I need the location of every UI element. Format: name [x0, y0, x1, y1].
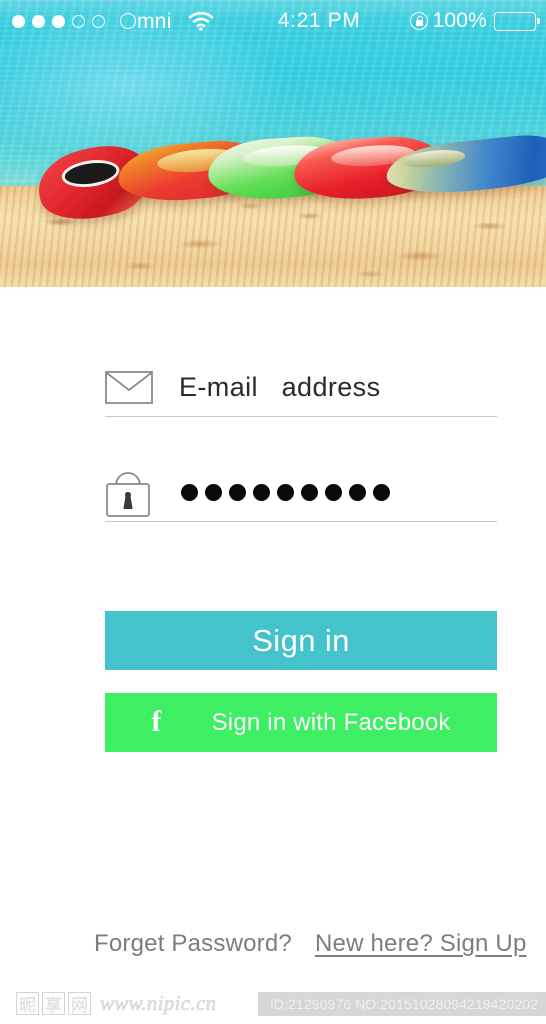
status-bar-left: mni: [0, 11, 214, 32]
sign-up-link[interactable]: New here? Sign Up: [315, 930, 527, 958]
password-dot: [253, 484, 270, 501]
kayak-cockpit: [60, 156, 122, 191]
carrier-label: mni: [137, 9, 172, 33]
facebook-sign-in-button[interactable]: f Sign in with Facebook: [105, 693, 497, 752]
watermark: 昵 享 网 www.nipic.cn ID:21290976 NO:201510…: [0, 982, 546, 1024]
password-field-row[interactable]: [105, 464, 497, 522]
rotation-lock-icon: [410, 12, 429, 30]
bottom-links: Forget Password? New here? Sign Up: [0, 930, 546, 964]
email-field-row[interactable]: E-mail address: [105, 359, 497, 417]
status-bar-center: 4:21 PM: [214, 9, 411, 33]
carrier-name: mni: [120, 11, 172, 32]
watermark-logo: 昵 享 网: [16, 991, 91, 1016]
battery-full-icon: [494, 11, 540, 31]
lock-icon: [105, 468, 155, 518]
password-dot: [325, 484, 342, 501]
password-dot: [229, 484, 246, 501]
envelope-icon: [105, 371, 155, 404]
sign-in-button-label: Sign in: [252, 622, 350, 658]
forgot-password-link[interactable]: Forget Password?: [94, 930, 292, 958]
facebook-f-icon: f: [151, 704, 162, 738]
wifi-icon: [188, 11, 214, 31]
status-bar-right: 100%: [410, 9, 546, 33]
password-dot: [205, 484, 222, 501]
watermark-logo-char: 昵: [16, 991, 39, 1016]
email-input[interactable]: E-mail address: [179, 372, 380, 403]
signal-dot-4: [72, 14, 85, 28]
signal-dot-3: [52, 14, 65, 28]
password-dot: [277, 484, 294, 501]
signal-dot-2: [32, 14, 45, 28]
carrier-o-icon: [120, 13, 136, 29]
signal-dot-5: [92, 14, 105, 28]
signal-dot-1: [12, 14, 25, 28]
sign-in-button[interactable]: Sign in: [105, 611, 497, 670]
password-dot: [373, 484, 390, 501]
battery-percent-label: 100%: [432, 9, 487, 32]
password-dot: [349, 484, 366, 501]
password-dot: [181, 484, 198, 501]
watermark-id-badge: ID:21290976 NO:20151028094219420202: [257, 992, 546, 1016]
watermark-logo-char: 享: [42, 991, 65, 1016]
password-input[interactable]: [181, 484, 390, 501]
password-dot: [301, 484, 318, 501]
watermark-url: www.nipic.cn: [100, 990, 217, 1015]
status-bar-clock: 4:21 PM: [277, 9, 361, 32]
hero-photo: [0, 0, 546, 287]
facebook-sign-in-button-label: Sign in with Facebook: [211, 708, 451, 736]
status-bar: mni 4:21 PM 100%: [0, 0, 546, 42]
watermark-logo-char: 网: [68, 991, 91, 1016]
